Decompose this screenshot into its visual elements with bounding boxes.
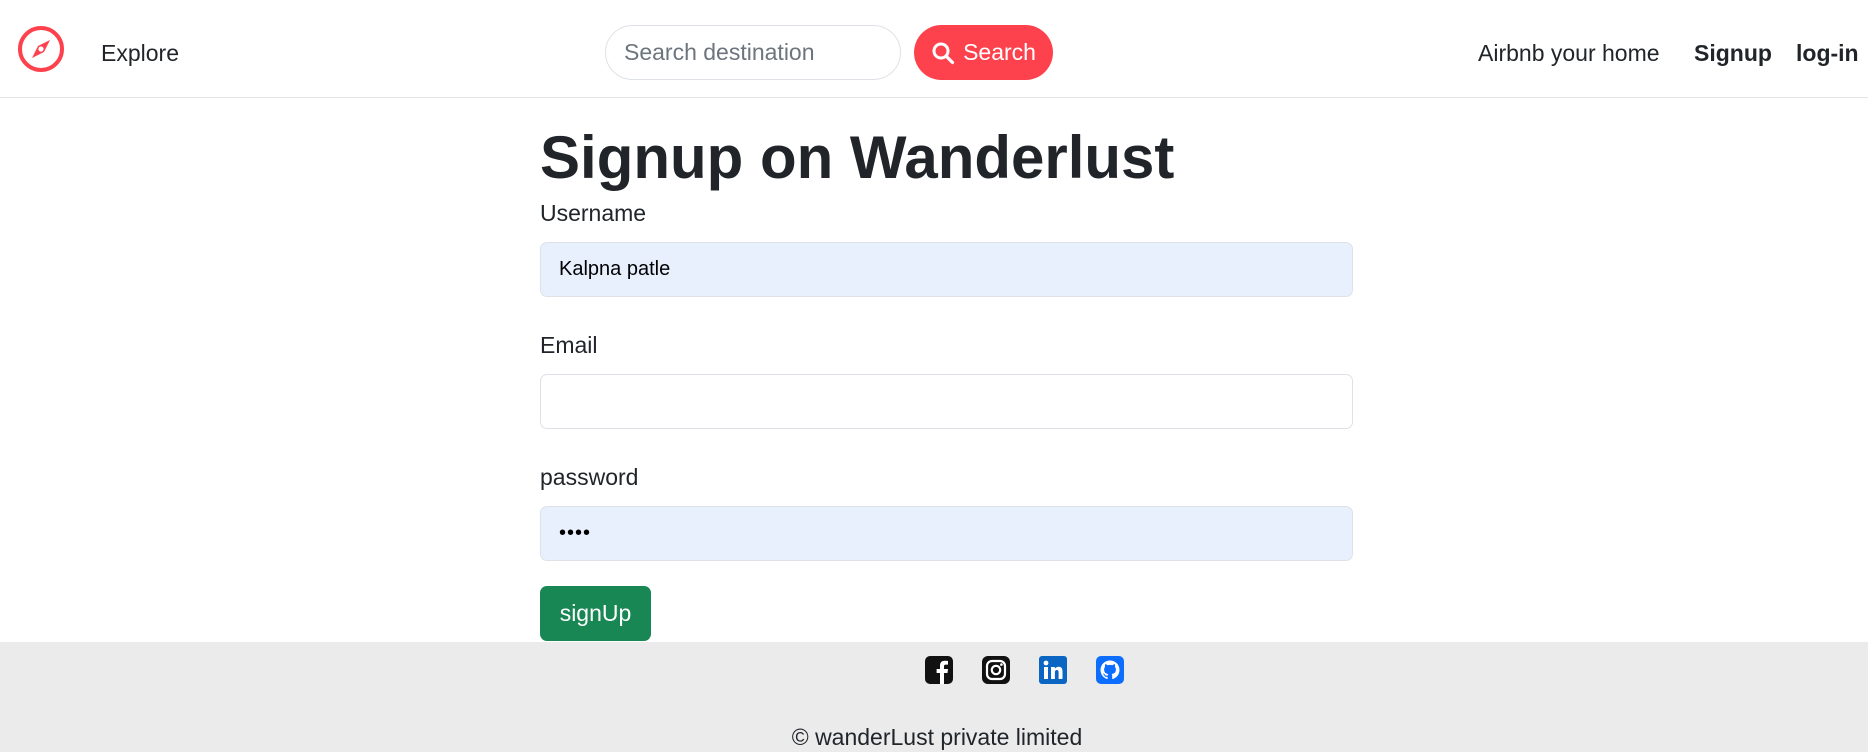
nav-host-link[interactable]: Airbnb your home [1478,38,1660,68]
search-icon [932,42,955,64]
nav-login-link[interactable]: log-in [1796,38,1859,68]
email-label: Email [540,332,598,358]
compass-icon[interactable] [16,24,66,74]
navbar: Explore Search Airbnb your home Signup l… [0,0,1868,98]
search-input[interactable] [605,25,901,80]
username-input[interactable] [540,242,1353,297]
email-input[interactable] [540,374,1353,429]
email-group: Email [540,330,1353,429]
copyright-text: © wanderLust private limited [791,724,1083,750]
password-input[interactable] [540,506,1353,561]
page-title: Signup on Wanderlust [540,124,1175,191]
username-group: Username [540,198,1353,297]
github-icon[interactable] [1096,656,1124,684]
nav-signup-link[interactable]: Signup [1694,38,1772,68]
search-button[interactable]: Search [914,25,1053,80]
username-label: Username [540,200,647,226]
signup-form-container: Signup on Wanderlust Username Email pass… [540,118,1353,641]
facebook-icon[interactable] [925,656,953,684]
password-group: password [540,462,1353,561]
nav-explore-link[interactable]: Explore [101,38,179,68]
footer: © wanderLust private limited [0,642,1868,752]
search-button-label: Search [963,39,1036,65]
instagram-icon[interactable] [982,656,1010,684]
password-label: password [540,464,639,490]
linkedin-icon[interactable] [1039,656,1067,684]
signup-submit-button[interactable]: signUp [540,586,651,641]
social-links [925,656,1124,684]
